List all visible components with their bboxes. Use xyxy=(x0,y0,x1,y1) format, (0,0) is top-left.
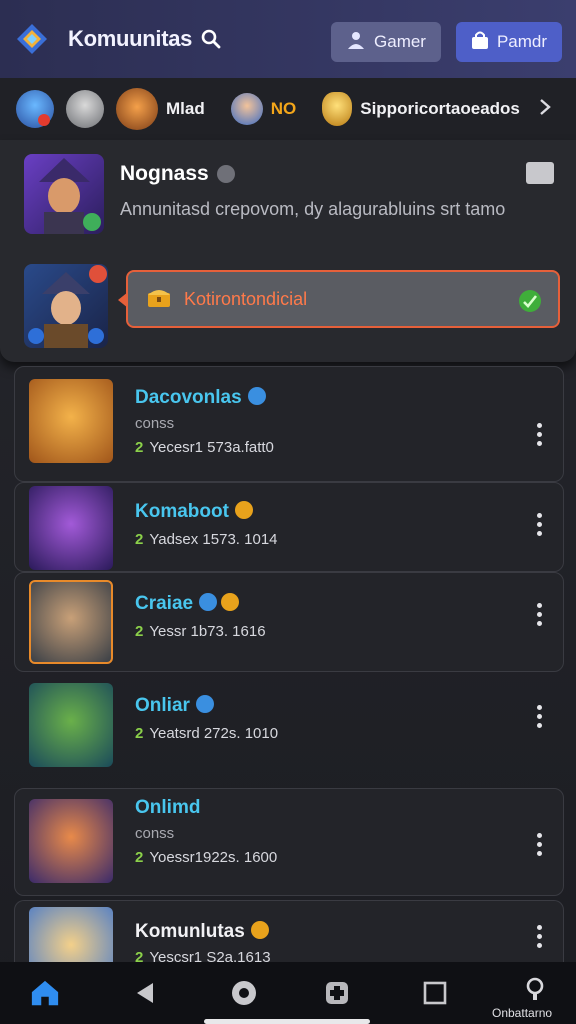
gamepad-icon[interactable] xyxy=(322,978,352,1008)
community-subtitle: conss xyxy=(135,415,175,432)
category-label-support: Sipporicortaoeados xyxy=(360,99,520,118)
category-strip: Mlad NO Sipporicortaoeados xyxy=(0,78,576,140)
info-badge-icon xyxy=(199,593,218,611)
list-item[interactable]: Craiae 2 Yessr 1b73. 1616 xyxy=(14,572,564,672)
profile-icon[interactable] xyxy=(520,974,550,1004)
list-item[interactable]: Komaboot 2 Yadsex 1573. 1014 xyxy=(14,482,564,572)
category-label-no: NO xyxy=(270,99,297,118)
category-item-beast[interactable]: Mlad xyxy=(116,88,205,130)
gold-badge-icon xyxy=(250,921,269,939)
app-screen: Komuunitas Gamer Pamdr Mlad NO Sipporico… xyxy=(0,0,576,1024)
search-icon[interactable] xyxy=(200,28,222,50)
profile-nav-label: Onbattarno xyxy=(492,1006,553,1020)
message-icon[interactable] xyxy=(526,162,554,184)
community-meta: 2 Yessr 1b73. 1616 xyxy=(135,623,266,640)
app-header: Komuunitas Gamer Pamdr xyxy=(0,0,576,78)
community-meta: 2 Yecesr1 573a.fatt0 xyxy=(135,439,274,456)
home-indicator[interactable] xyxy=(204,1019,370,1024)
community-title: Onlimd xyxy=(135,797,201,818)
community-title: Dacovonlas xyxy=(135,387,266,409)
chevron-right-icon[interactable] xyxy=(534,96,556,118)
user-icon xyxy=(346,30,366,55)
shield-gold-icon xyxy=(322,92,353,126)
community-title: Komaboot xyxy=(135,501,253,523)
community-title: Komunlutas xyxy=(135,921,269,943)
featured-avatar-secondary[interactable] xyxy=(24,264,108,348)
community-thumbnail xyxy=(29,799,113,883)
community-meta: 2 Yadsex 1573. 1014 xyxy=(135,531,278,548)
community-meta: 2 Yeatsrd 272s. 1010 xyxy=(135,725,279,742)
more-options-icon[interactable] xyxy=(537,925,543,949)
list-item[interactable]: Onliar 2 Yeatsrd 272s. 1010 xyxy=(14,672,564,788)
pamer-button-label: Pamdr xyxy=(496,32,548,51)
community-thumbnail xyxy=(29,486,113,570)
verified-icon xyxy=(216,165,235,184)
info-badge-icon xyxy=(247,387,266,405)
more-options-icon[interactable] xyxy=(537,705,543,729)
featured-name-text: Nognass xyxy=(120,162,209,185)
gold-badge-icon xyxy=(234,501,253,519)
list-item[interactable]: Dacovonlas conss 2 Yecesr1 573a.fatt0 xyxy=(14,366,564,482)
warrior-icon xyxy=(16,90,54,128)
list-item[interactable]: Onlimd conss 2 Yoessr1922s. 1600 xyxy=(14,788,564,896)
more-options-icon[interactable] xyxy=(537,603,543,627)
beast-icon xyxy=(116,88,158,130)
notice-bubble[interactable]: Kotirontondicial xyxy=(118,270,560,328)
category-item-support[interactable]: Sipporicortaoeados xyxy=(322,92,520,126)
community-thumbnail xyxy=(29,379,113,463)
treasure-icon xyxy=(146,285,172,314)
category-item-hero[interactable]: NO xyxy=(230,93,297,125)
featured-avatar[interactable] xyxy=(24,154,104,234)
page-title: Komuunitas xyxy=(68,26,193,51)
community-list: Dacovonlas conss 2 Yecesr1 573a.fatt0 Kom… xyxy=(14,366,564,991)
category-item-robot[interactable] xyxy=(66,90,104,128)
app-logo-icon[interactable] xyxy=(14,21,50,57)
community-subtitle: conss xyxy=(135,825,175,842)
robot-icon xyxy=(66,90,104,128)
back-icon[interactable] xyxy=(130,978,160,1008)
notice-label: Kotirontondicial xyxy=(184,288,308,309)
community-meta: 2 Yoessr1922s. 1600 xyxy=(135,849,278,866)
bottom-navigation xyxy=(0,962,576,1024)
featured-name: Nognass xyxy=(120,162,235,186)
community-title: Craiae xyxy=(135,593,240,615)
pamer-button[interactable]: Pamdr xyxy=(456,22,562,62)
gamer-button[interactable]: Gamer xyxy=(331,22,441,62)
confirm-leaf-icon[interactable] xyxy=(518,289,542,313)
featured-description: Annunitasd crepovom, dy alagurabluins sr… xyxy=(120,199,506,219)
hero-icon xyxy=(230,93,263,125)
category-item-warrior[interactable] xyxy=(16,90,54,128)
gold-badge-icon xyxy=(221,593,240,611)
location-icon[interactable] xyxy=(229,978,259,1008)
home-icon[interactable] xyxy=(30,978,60,1008)
bag-icon xyxy=(471,30,489,55)
more-options-icon[interactable] xyxy=(537,423,543,447)
community-title: Onliar xyxy=(135,695,214,717)
community-thumbnail xyxy=(29,580,113,664)
featured-panel: Nognass Annunitasd crepovom, dy alagurab… xyxy=(0,140,576,362)
community-thumbnail xyxy=(29,683,113,767)
category-label-mlad: Mlad xyxy=(166,99,205,118)
more-options-icon[interactable] xyxy=(537,513,543,537)
info-badge-icon xyxy=(195,695,214,713)
square-icon[interactable] xyxy=(420,978,450,1008)
more-options-icon[interactable] xyxy=(537,833,543,857)
gamer-button-label: Gamer xyxy=(374,32,426,51)
